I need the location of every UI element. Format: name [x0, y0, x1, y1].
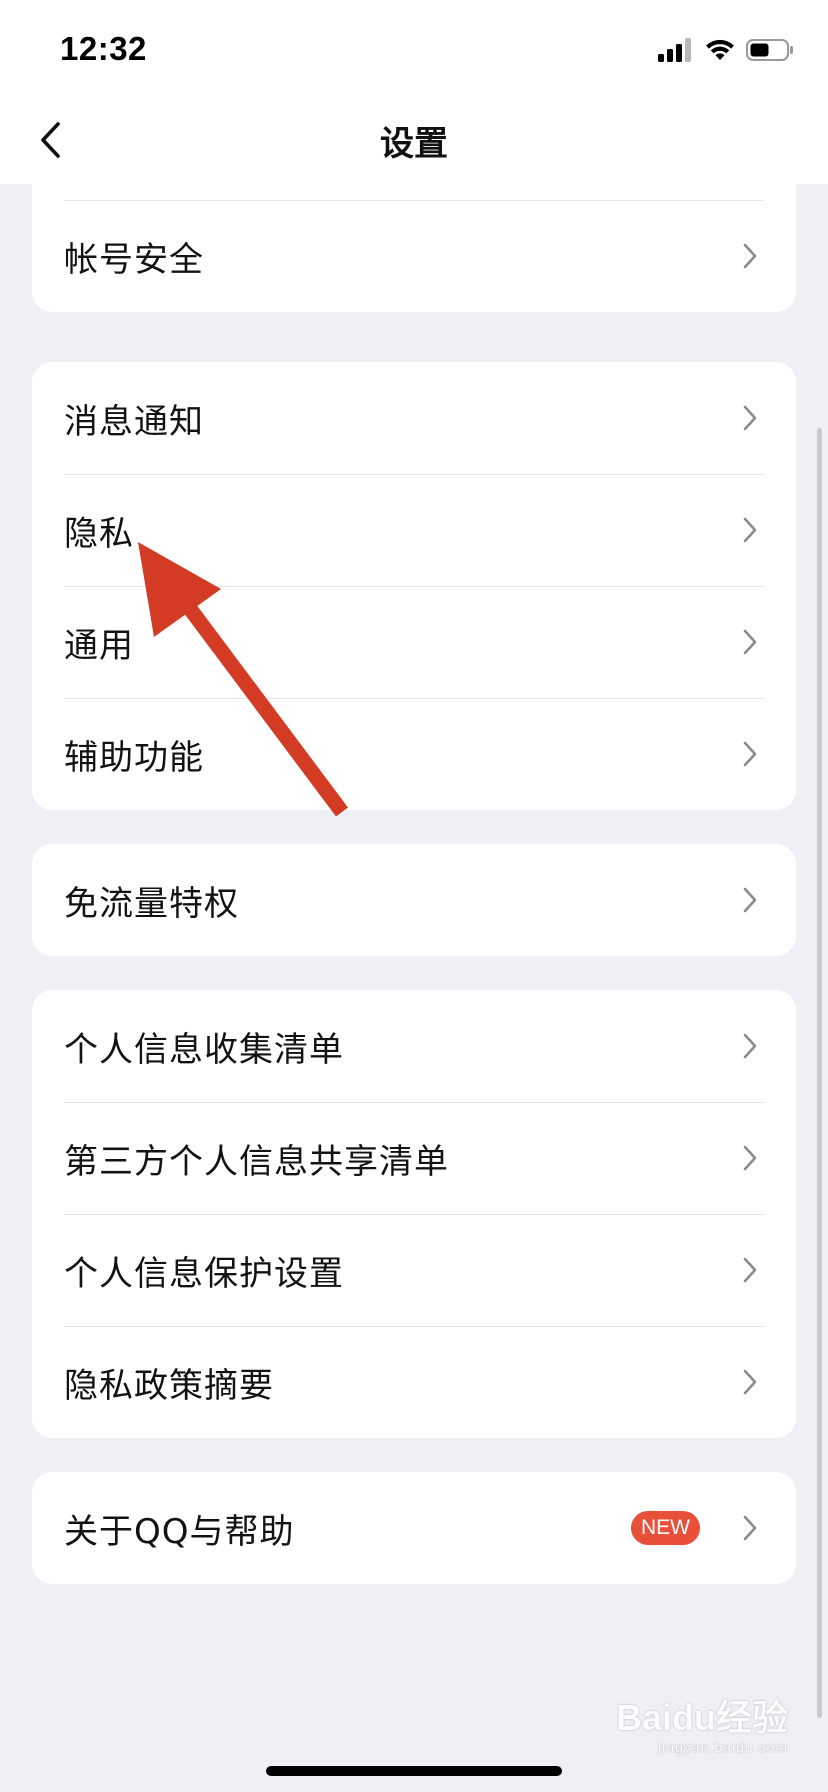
settings-item-label: 关于QQ与帮助	[64, 1511, 295, 1552]
battery-icon	[746, 39, 793, 61]
settings-item-privacy[interactable]: 隐私	[32, 474, 796, 586]
settings-item-notifications[interactable]: 消息通知	[32, 362, 796, 474]
settings-item-info-protection[interactable]: 个人信息保护设置	[32, 1214, 796, 1326]
watermark-url: jingyan.baidu.com	[658, 1739, 788, 1755]
status-time: 12:32	[60, 30, 147, 67]
settings-item-privacy-policy[interactable]: 隐私政策摘要	[32, 1326, 796, 1438]
chevron-right-icon	[743, 1033, 757, 1059]
chevron-right-icon	[743, 405, 757, 431]
settings-group-general: 消息通知 隐私 通用 辅助功能	[32, 362, 796, 810]
settings-item-label: 隐私政策摘要	[64, 1365, 274, 1406]
scroll-indicator[interactable]	[817, 428, 822, 1718]
chevron-right-icon	[743, 517, 757, 543]
settings-item-third-party-sharing[interactable]: 第三方个人信息共享清单	[32, 1102, 796, 1214]
new-badge: NEW	[631, 1511, 700, 1545]
page-title: 设置	[380, 124, 448, 164]
baidu-watermark-logo: Baidu经验 jingyan.baidu.com	[615, 1697, 788, 1755]
settings-item-account-security[interactable]: 帐号安全	[32, 200, 796, 312]
settings-group-account: 帐号安全	[32, 184, 796, 312]
settings-item-general[interactable]: 通用	[32, 586, 796, 698]
settings-item-label: 消息通知	[64, 401, 204, 442]
chevron-right-icon	[743, 1145, 757, 1171]
chevron-right-icon	[743, 243, 757, 269]
settings-item-info-collection[interactable]: 个人信息收集清单	[32, 990, 796, 1102]
settings-item-label: 隐私	[64, 513, 134, 554]
settings-item-label: 个人信息保护设置	[64, 1253, 344, 1294]
watermark-brand: Baidu经验	[615, 1697, 788, 1738]
settings-item-about-help[interactable]: 关于QQ与帮助 NEW	[32, 1472, 796, 1584]
status-icons	[658, 36, 794, 64]
settings-group-personal-info: 个人信息收集清单 第三方个人信息共享清单 个人信息保护设置 隐私政策摘要	[32, 990, 796, 1438]
chevron-right-icon	[743, 1369, 757, 1395]
settings-item-label: 辅助功能	[64, 737, 204, 778]
chevron-right-icon	[743, 741, 757, 767]
chevron-right-icon	[743, 1257, 757, 1283]
chevron-right-icon	[743, 1515, 757, 1541]
chevron-right-icon	[743, 629, 757, 655]
chevron-right-icon	[743, 887, 757, 913]
settings-item-label: 第三方个人信息共享清单	[64, 1141, 449, 1182]
cellular-signal-icon	[658, 38, 691, 62]
settings-list[interactable]: 帐号安全 消息通知 隐私 通用 辅助功能 免流量特权 个人信息收集清单 第三方个…	[0, 184, 828, 1792]
settings-item-label: 帐号安全	[64, 239, 204, 280]
settings-item-label: 免流量特权	[64, 883, 239, 924]
settings-item-label: 个人信息收集清单	[64, 1029, 344, 1070]
settings-group-about: 关于QQ与帮助 NEW	[32, 1472, 796, 1584]
status-bar: 12:32	[0, 0, 828, 96]
settings-item-label: 通用	[64, 625, 134, 666]
nav-bar: 设置	[0, 96, 828, 184]
wifi-icon	[706, 39, 734, 60]
home-indicator[interactable]	[266, 1766, 562, 1776]
settings-item-accessibility[interactable]: 辅助功能	[32, 698, 796, 810]
settings-group-data-plan: 免流量特权	[32, 844, 796, 956]
settings-item-free-data[interactable]: 免流量特权	[32, 844, 796, 956]
